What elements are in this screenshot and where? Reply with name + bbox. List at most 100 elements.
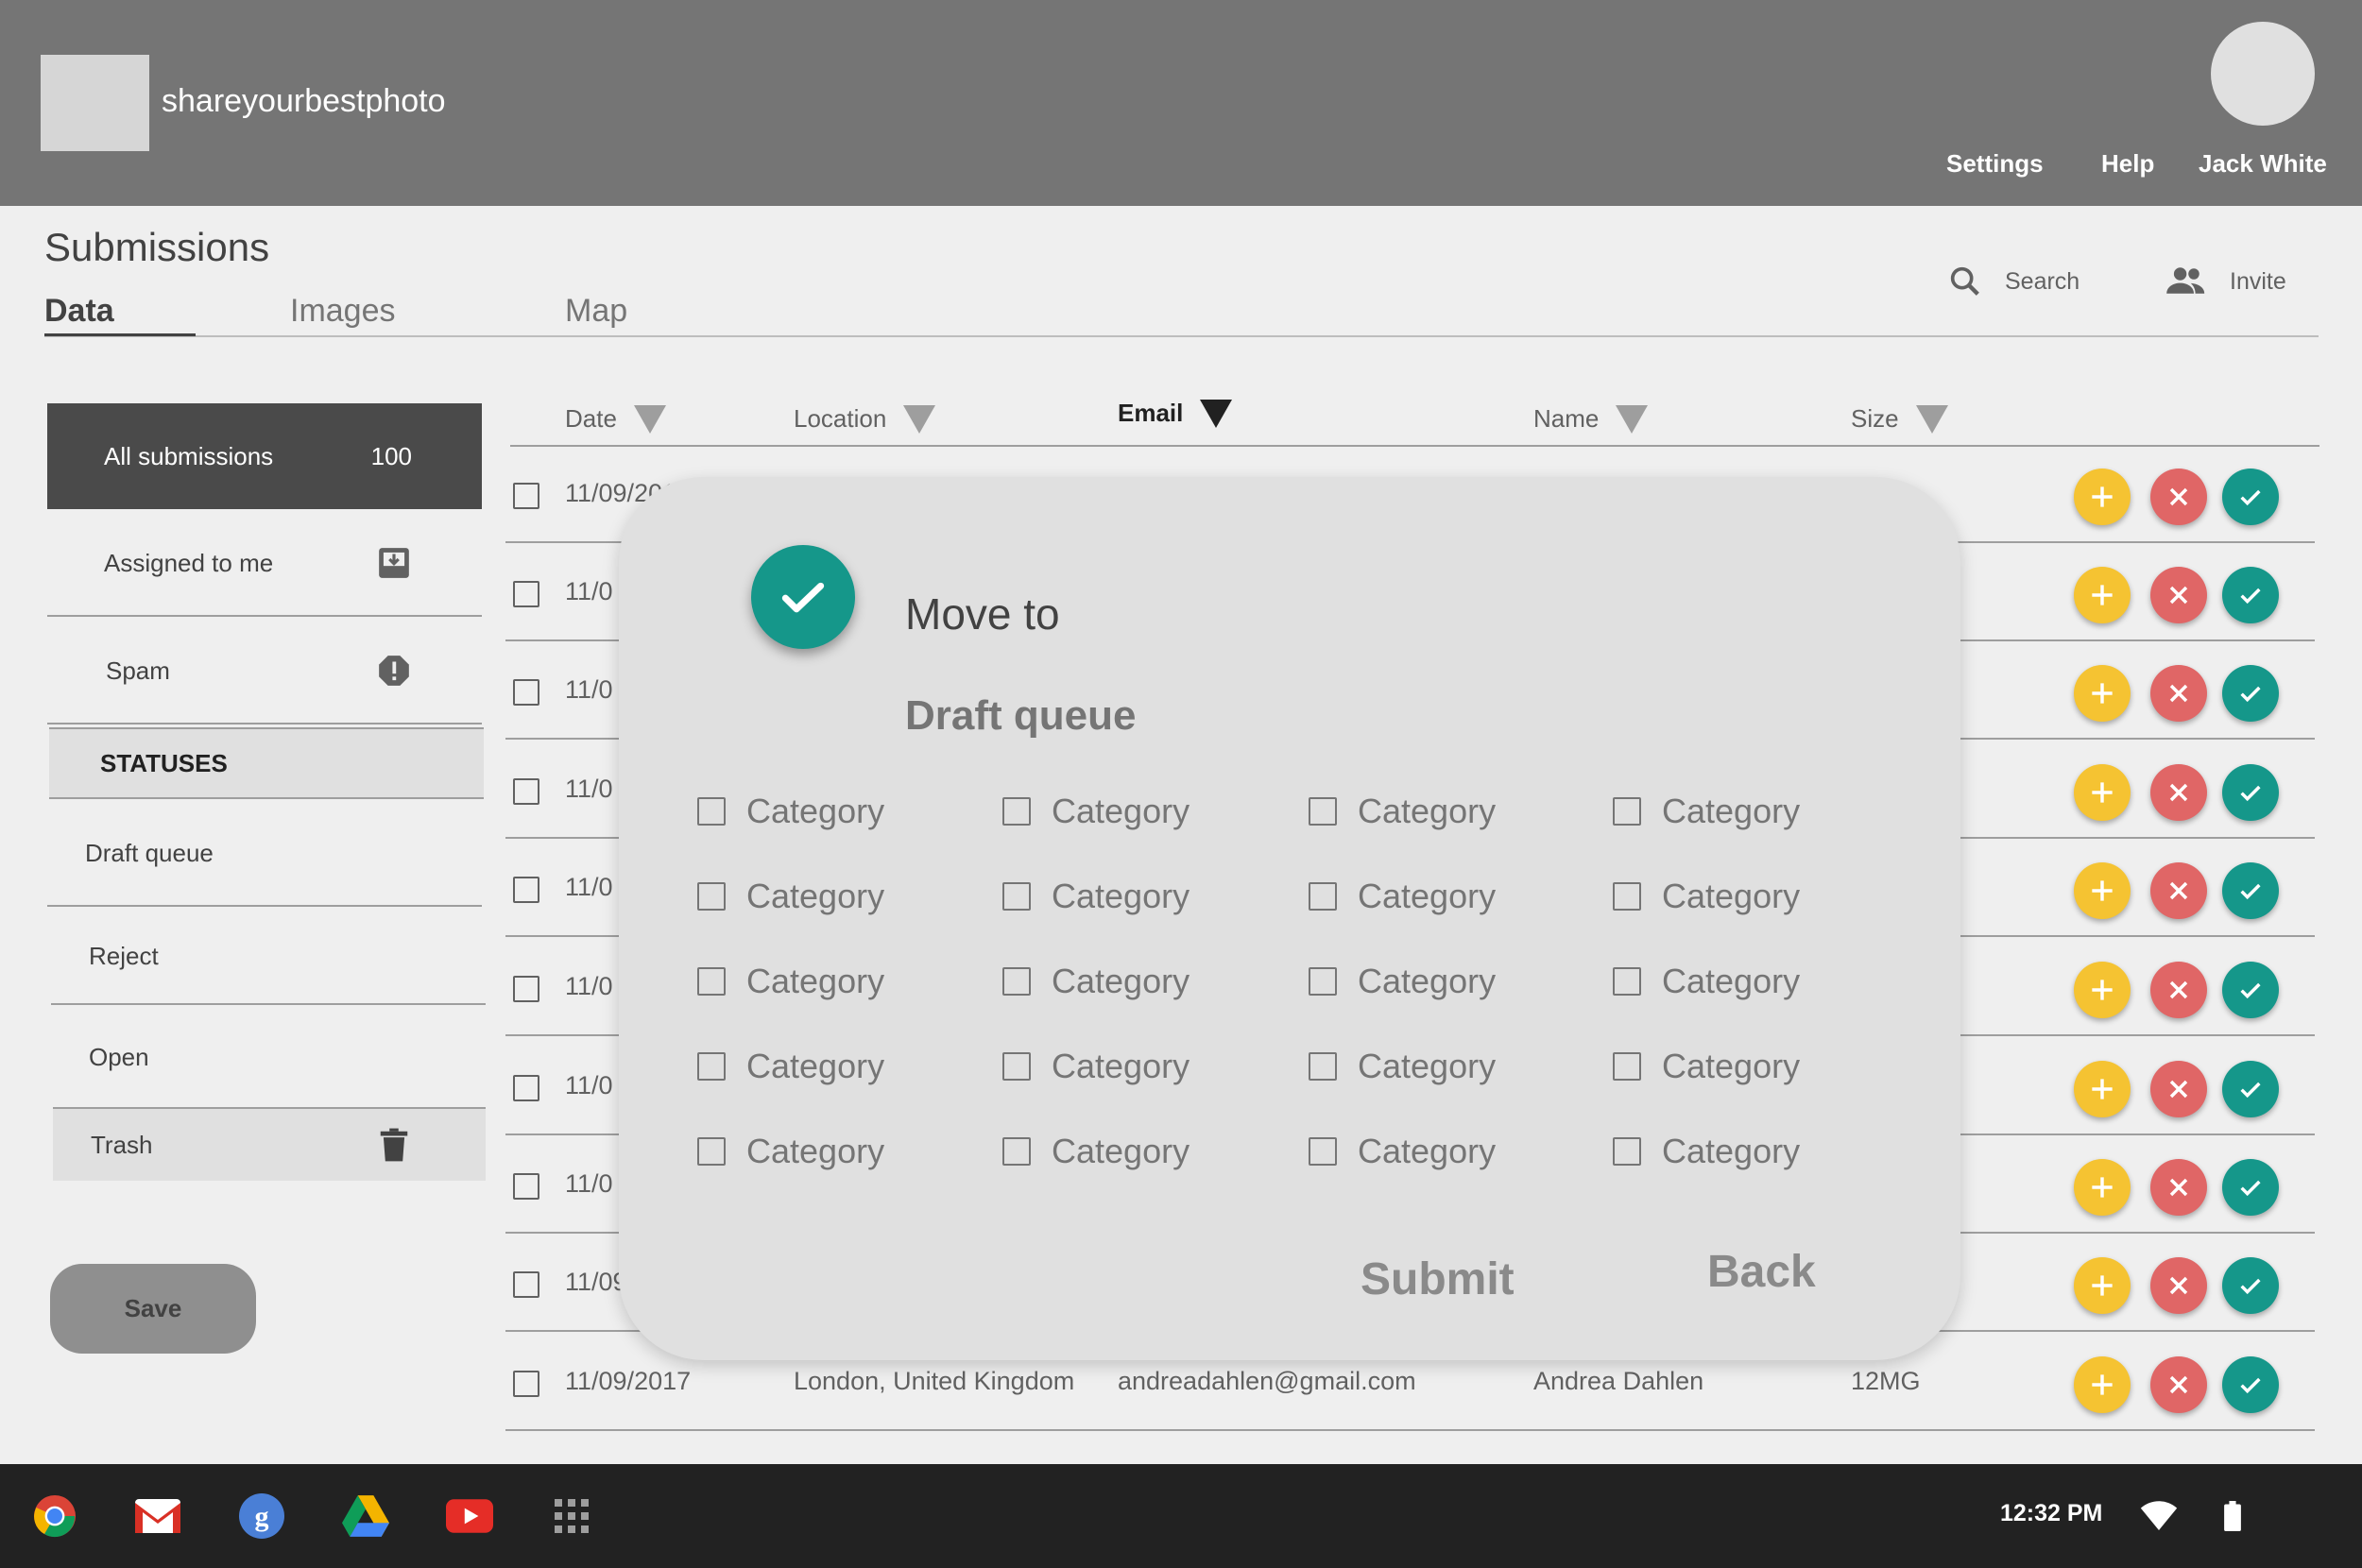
approve-button[interactable] [2222,862,2279,919]
gmail-icon[interactable] [134,1492,181,1540]
category-checkbox[interactable] [1309,967,1337,996]
row-checkbox[interactable] [513,483,539,509]
tab-images[interactable]: Images [290,293,396,330]
category-checkbox[interactable] [1613,797,1641,826]
row-checkbox[interactable] [513,679,539,706]
sidebar-item-reject[interactable]: Reject [51,909,486,1005]
column-header-location[interactable]: Location [794,404,936,434]
category-option[interactable]: Category [1309,877,1496,916]
approve-button[interactable] [2222,665,2279,722]
row-checkbox[interactable] [513,1371,539,1397]
tab-map[interactable]: Map [565,293,627,330]
add-button[interactable] [2074,1356,2131,1413]
category-checkbox[interactable] [697,882,726,911]
category-option[interactable]: Category [1613,962,1800,1001]
approve-button[interactable] [2222,1257,2279,1314]
reject-button[interactable] [2150,665,2207,722]
sidebar-item-assigned-to-me[interactable]: Assigned to me [47,511,482,617]
approve-button[interactable] [2222,1061,2279,1117]
reject-button[interactable] [2150,1159,2207,1216]
category-option[interactable]: Category [1309,1047,1496,1086]
chrome-icon[interactable] [31,1492,78,1540]
category-option[interactable]: Category [697,962,884,1001]
category-checkbox[interactable] [1002,967,1031,996]
invite-button[interactable]: Invite [2164,261,2286,302]
add-button[interactable] [2074,962,2131,1018]
column-header-size[interactable]: Size [1851,404,1948,434]
tab-data[interactable]: Data [44,293,114,330]
wifi-icon[interactable] [2135,1492,2182,1540]
category-checkbox[interactable] [1613,1052,1641,1081]
category-option[interactable]: Category [697,877,884,916]
reject-button[interactable] [2150,567,2207,623]
save-button[interactable]: Save [50,1264,256,1354]
category-option[interactable]: Category [1002,1132,1190,1171]
category-checkbox[interactable] [1002,1052,1031,1081]
category-checkbox[interactable] [1309,882,1337,911]
category-option[interactable]: Category [1309,1132,1496,1171]
approve-button[interactable] [2222,567,2279,623]
avatar[interactable] [2211,22,2315,126]
approve-button[interactable] [2222,1356,2279,1413]
category-checkbox[interactable] [1613,882,1641,911]
column-header-name[interactable]: Name [1533,404,1649,434]
add-button[interactable] [2074,862,2131,919]
row-checkbox[interactable] [513,1173,539,1200]
category-option[interactable]: Category [1613,1132,1800,1171]
add-button[interactable] [2074,764,2131,821]
row-checkbox[interactable] [513,778,539,805]
approve-button[interactable] [2222,764,2279,821]
category-checkbox[interactable] [697,797,726,826]
category-option[interactable]: Category [1613,1047,1800,1086]
add-button[interactable] [2074,567,2131,623]
apps-grid-icon[interactable] [548,1492,595,1540]
category-checkbox[interactable] [1002,882,1031,911]
sidebar-item-trash[interactable]: Trash [53,1107,486,1181]
user-name-link[interactable]: Jack White [2199,149,2327,179]
add-button[interactable] [2074,469,2131,525]
sidebar-item-open[interactable]: Open [51,1007,486,1107]
row-checkbox[interactable] [513,877,539,903]
category-option[interactable]: Category [1002,1047,1190,1086]
category-checkbox[interactable] [1309,1137,1337,1166]
battery-icon[interactable] [2209,1492,2256,1540]
category-option[interactable]: Category [697,1132,884,1171]
category-checkbox[interactable] [1002,797,1031,826]
category-option[interactable]: Category [1309,792,1496,831]
reject-button[interactable] [2150,469,2207,525]
row-checkbox[interactable] [513,581,539,607]
drive-icon[interactable] [342,1492,389,1540]
youtube-icon[interactable] [446,1492,493,1540]
submit-button[interactable]: Submit [1361,1253,1515,1305]
help-link[interactable]: Help [2101,149,2154,179]
category-checkbox[interactable] [697,967,726,996]
category-option[interactable]: Category [1002,962,1190,1001]
settings-link[interactable]: Settings [1946,149,2044,179]
reject-button[interactable] [2150,1356,2207,1413]
category-checkbox[interactable] [697,1052,726,1081]
approve-button[interactable] [2222,962,2279,1018]
category-checkbox[interactable] [1002,1137,1031,1166]
column-header-date[interactable]: Date [565,404,666,434]
category-option[interactable]: Category [697,792,884,831]
google-plus-icon[interactable]: g [238,1492,285,1540]
back-button[interactable]: Back [1707,1246,1816,1298]
search-button[interactable]: Search [1946,261,2080,302]
reject-button[interactable] [2150,962,2207,1018]
logo[interactable] [41,55,149,151]
sidebar-item-all-submissions[interactable]: All submissions 100 [47,403,482,509]
add-button[interactable] [2074,1257,2131,1314]
category-checkbox[interactable] [1309,1052,1337,1081]
row-checkbox[interactable] [513,1271,539,1298]
sidebar-item-spam[interactable]: Spam [47,619,482,724]
reject-button[interactable] [2150,764,2207,821]
category-option[interactable]: Category [1613,792,1800,831]
category-checkbox[interactable] [1309,797,1337,826]
column-header-email[interactable]: Email [1118,399,1233,428]
reject-button[interactable] [2150,1061,2207,1117]
approve-button[interactable] [2222,469,2279,525]
approve-button[interactable] [2222,1159,2279,1216]
add-button[interactable] [2074,665,2131,722]
category-checkbox[interactable] [697,1137,726,1166]
category-checkbox[interactable] [1613,1137,1641,1166]
